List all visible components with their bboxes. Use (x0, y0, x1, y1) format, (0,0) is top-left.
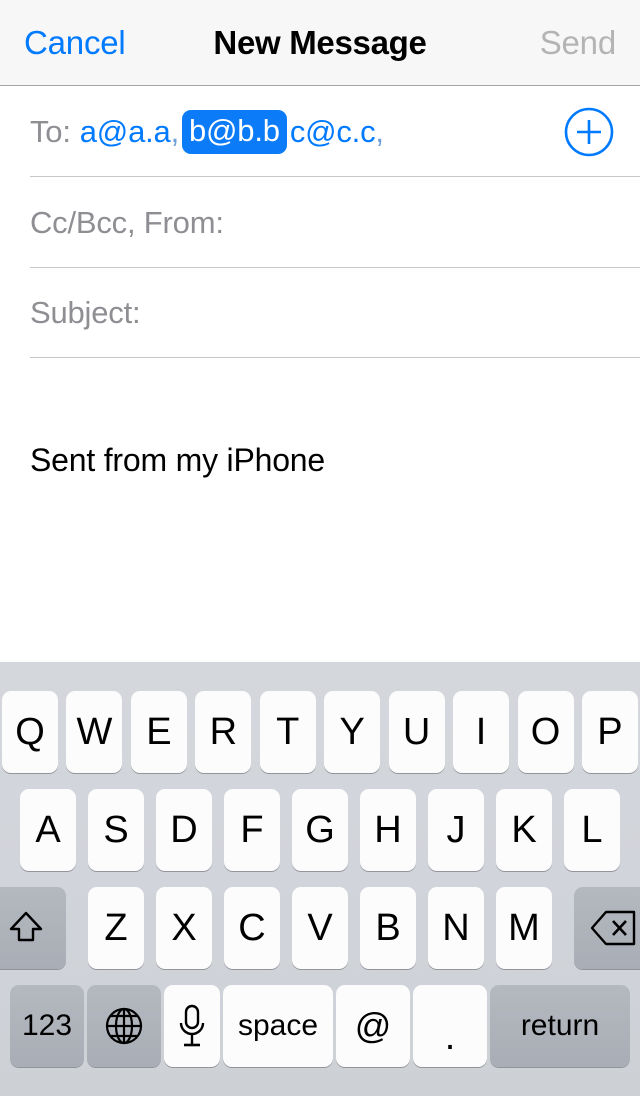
key-t[interactable]: T (259, 691, 316, 773)
key-d[interactable]: D (156, 789, 212, 871)
recipient-separator: , (170, 113, 180, 149)
ccbcc-placeholder: Cc/Bcc, From: (30, 204, 224, 240)
key-r[interactable]: R (195, 691, 252, 773)
key-c[interactable]: C (224, 887, 280, 969)
key-b[interactable]: B (360, 887, 416, 969)
key-s[interactable]: S (88, 789, 144, 871)
subject-placeholder: Subject: (30, 294, 141, 330)
keyboard-row-3: Z X C V B N M (0, 887, 640, 969)
globe-icon[interactable] (87, 985, 161, 1067)
key-e[interactable]: E (130, 691, 187, 773)
period-key[interactable]: . (413, 985, 487, 1067)
key-z[interactable]: Z (88, 887, 144, 969)
return-key[interactable]: return (490, 985, 630, 1067)
key-j[interactable]: J (428, 789, 484, 871)
numeric-keyboard-button[interactable]: 123 (10, 985, 84, 1067)
key-i[interactable]: I (453, 691, 510, 773)
key-y[interactable]: Y (324, 691, 381, 773)
recipient-separator: , (375, 113, 384, 149)
key-n[interactable]: N (428, 887, 484, 969)
key-a[interactable]: A (20, 789, 76, 871)
key-v[interactable]: V (292, 887, 348, 969)
to-field-row[interactable]: To: a@a.a, b@b.b c@c.c, (0, 86, 640, 177)
recipient-token-list: a@a.a, b@b.b c@c.c, (80, 109, 384, 154)
to-field-label: To: (30, 113, 71, 149)
compose-form: To: a@a.a, b@b.b c@c.c, Cc/Bcc, From: Su… (0, 86, 640, 662)
key-f[interactable]: F (224, 789, 280, 871)
keyboard-row-1: Q W E R T Y U I O P (0, 691, 640, 773)
keyboard-row-4: 123 space @ . return (0, 985, 640, 1067)
space-key[interactable]: space (223, 985, 333, 1067)
message-body-field[interactable]: Sent from my iPhone (0, 358, 640, 662)
shift-arrow-icon[interactable] (0, 887, 66, 969)
send-button[interactable]: Send (540, 24, 616, 62)
key-o[interactable]: O (517, 691, 574, 773)
key-x[interactable]: X (156, 887, 212, 969)
key-q[interactable]: Q (2, 691, 58, 773)
key-p[interactable]: P (581, 691, 638, 773)
to-field-content: To: a@a.a, b@b.b c@c.c, (30, 109, 384, 154)
key-g[interactable]: G (292, 789, 348, 871)
backspace-delete-icon[interactable] (574, 887, 640, 969)
keyboard-row-2: A S D F G H J K L (0, 789, 640, 871)
message-signature-text: Sent from my iPhone (30, 442, 325, 478)
navigation-bar: Cancel New Message Send (0, 0, 640, 86)
microphone-icon[interactable] (164, 985, 220, 1067)
ccbcc-field-row[interactable]: Cc/Bcc, From: (0, 177, 640, 268)
recipient-token[interactable]: c@c.c (290, 114, 376, 150)
subject-field-row[interactable]: Subject: (0, 267, 640, 358)
ccbcc-field-content: Cc/Bcc, From: (30, 205, 224, 241)
key-m[interactable]: M (496, 887, 552, 969)
on-screen-keyboard: Q W E R T Y U I O P A S D F G H J K L Z … (0, 662, 640, 1096)
at-symbol-key[interactable]: @ (336, 985, 410, 1067)
key-l[interactable]: L (564, 789, 620, 871)
key-h[interactable]: H (360, 789, 416, 871)
recipient-token[interactable]: a@a.a (80, 114, 171, 150)
key-w[interactable]: W (66, 691, 123, 773)
key-u[interactable]: U (388, 691, 445, 773)
key-k[interactable]: K (496, 789, 552, 871)
recipient-token-selected[interactable]: b@b.b (182, 109, 287, 154)
plus-circle-icon[interactable] (564, 107, 614, 157)
subject-field-content: Subject: (30, 294, 141, 331)
